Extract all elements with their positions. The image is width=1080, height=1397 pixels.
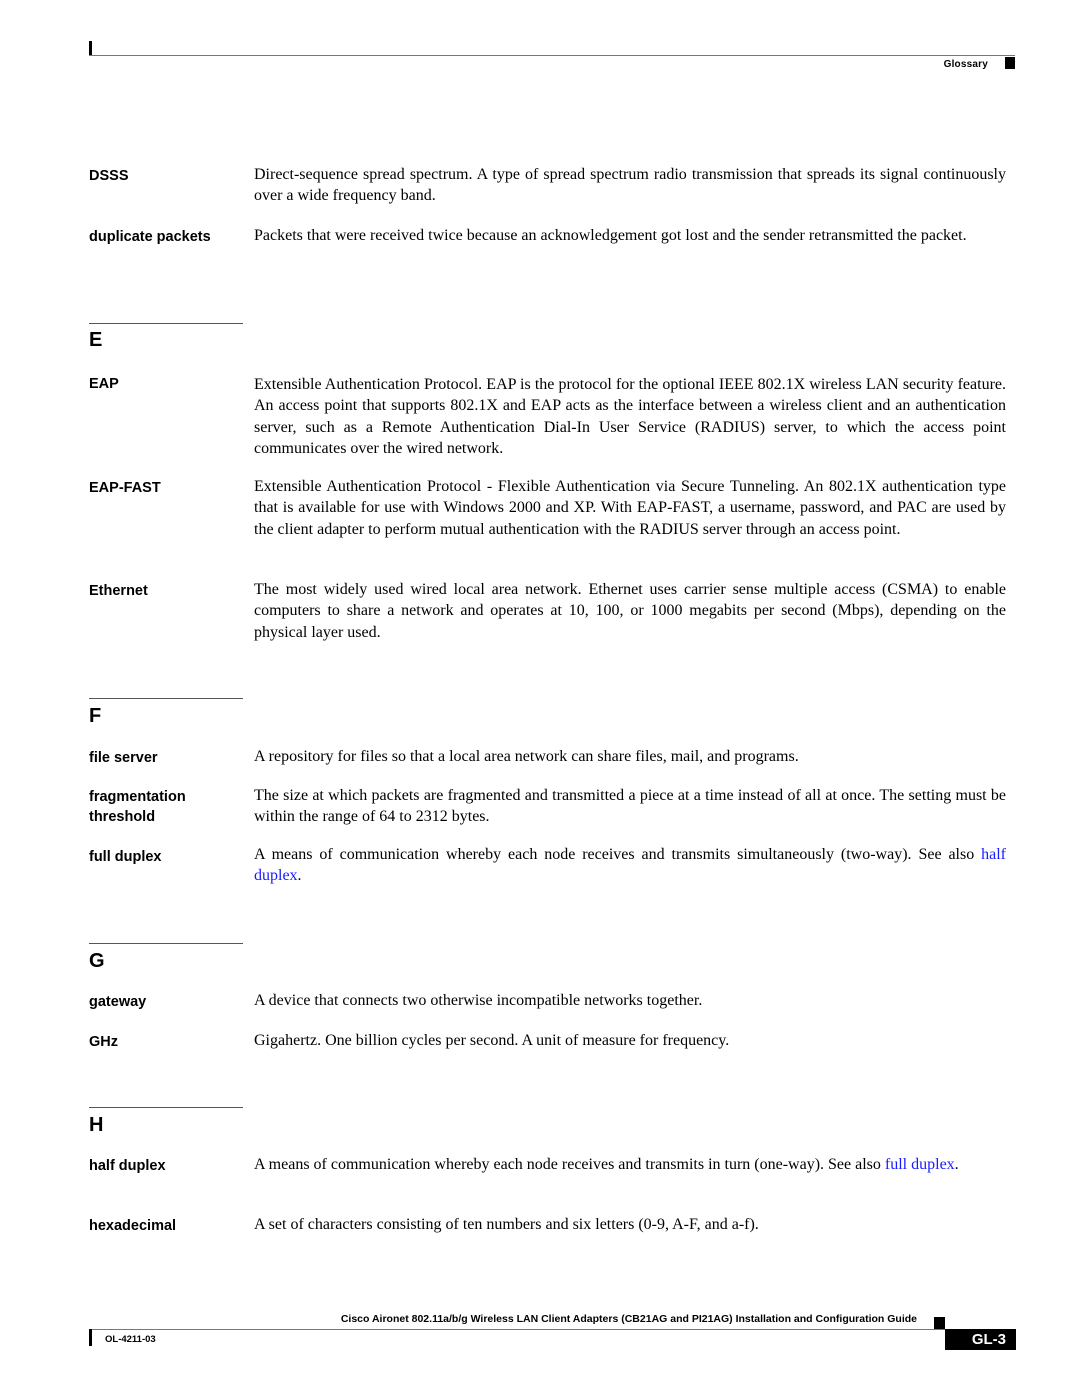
glossary-term-gateway: gateway [89, 994, 147, 1010]
definition-suffix: . [954, 1156, 959, 1173]
glossary-definition-full-duplex: A means of communication whereby each no… [254, 844, 1006, 887]
section-heading-e: E [89, 329, 103, 351]
glossary-definition-hexadecimal: A set of characters consisting of ten nu… [254, 1216, 759, 1233]
glossary-term-ghz: GHz [89, 1034, 118, 1050]
definition-text: A means of communication whereby each no… [254, 846, 982, 863]
footer-marker-square [934, 1317, 945, 1329]
glossary-term-dsss: DSSS [89, 168, 129, 184]
header-section-label: Glossary [943, 59, 988, 70]
footer-guide-title: Cisco Aironet 802.11a/b/g Wireless LAN C… [340, 1313, 917, 1325]
section-rule-h [89, 1107, 243, 1108]
glossary-term-ethernet: Ethernet [89, 583, 148, 599]
footer-rule [89, 1329, 945, 1330]
footer-margin-mark [89, 1329, 92, 1346]
section-heading-h: H [89, 1114, 104, 1136]
section-heading-g: G [89, 950, 105, 972]
glossary-definition-dsss: Direct-sequence spread spectrum. A type … [254, 166, 1006, 205]
header-margin-mark [89, 41, 92, 56]
glossary-definition-duplicate-packets: Packets that were received twice because… [254, 227, 967, 244]
glossary-definition-gateway: A device that connects two otherwise inc… [254, 992, 703, 1009]
definition-text: A means of communication whereby each no… [254, 1156, 885, 1173]
glossary-definition-file-server: A repository for files so that a local a… [254, 748, 799, 765]
glossary-term-eap: EAP [89, 376, 119, 392]
glossary-definition-half-duplex: A means of communication whereby each no… [254, 1154, 1006, 1175]
glossary-term-half-duplex: half duplex [89, 1158, 166, 1174]
term-line: threshold [89, 809, 156, 825]
section-heading-f: F [89, 705, 102, 727]
glossary-definition-eap: Extensible Authentication Protocol. EAP … [254, 376, 1006, 457]
header-rule [89, 55, 1015, 56]
glossary-term-duplicate-packets: duplicate packets [89, 229, 211, 245]
glossary-definition-ethernet: The most widely used wired local area ne… [254, 581, 1006, 641]
section-rule-e [89, 323, 243, 324]
term-line: fragmentation [89, 789, 186, 805]
definition-suffix: . [297, 867, 302, 885]
footer-doc-number: OL-4211-03 [105, 1334, 156, 1345]
glossary-term-full-duplex: full duplex [89, 849, 162, 865]
glossary-term-fragmentation-threshold: fragmentation threshold [89, 787, 239, 827]
page-number: GL-3 [971, 1331, 1006, 1348]
cross-reference-link-full-duplex[interactable]: full duplex [885, 1156, 955, 1173]
glossary-term-eap-fast: EAP-FAST [89, 480, 161, 496]
section-rule-g [89, 943, 243, 944]
glossary-definition-ghz: Gigahertz. One billion cycles per second… [254, 1032, 730, 1049]
section-rule-f [89, 698, 243, 699]
header-marker-square [1005, 57, 1015, 69]
glossary-definition-fragmentation-threshold: The size at which packets are fragmented… [254, 787, 1006, 826]
glossary-term-hexadecimal: hexadecimal [89, 1218, 177, 1234]
glossary-definition-eap-fast: Extensible Authentication Protocol - Fle… [254, 478, 1006, 538]
glossary-term-file-server: file server [89, 750, 158, 766]
footer-page-number-badge: GL-3 [945, 1329, 1016, 1350]
